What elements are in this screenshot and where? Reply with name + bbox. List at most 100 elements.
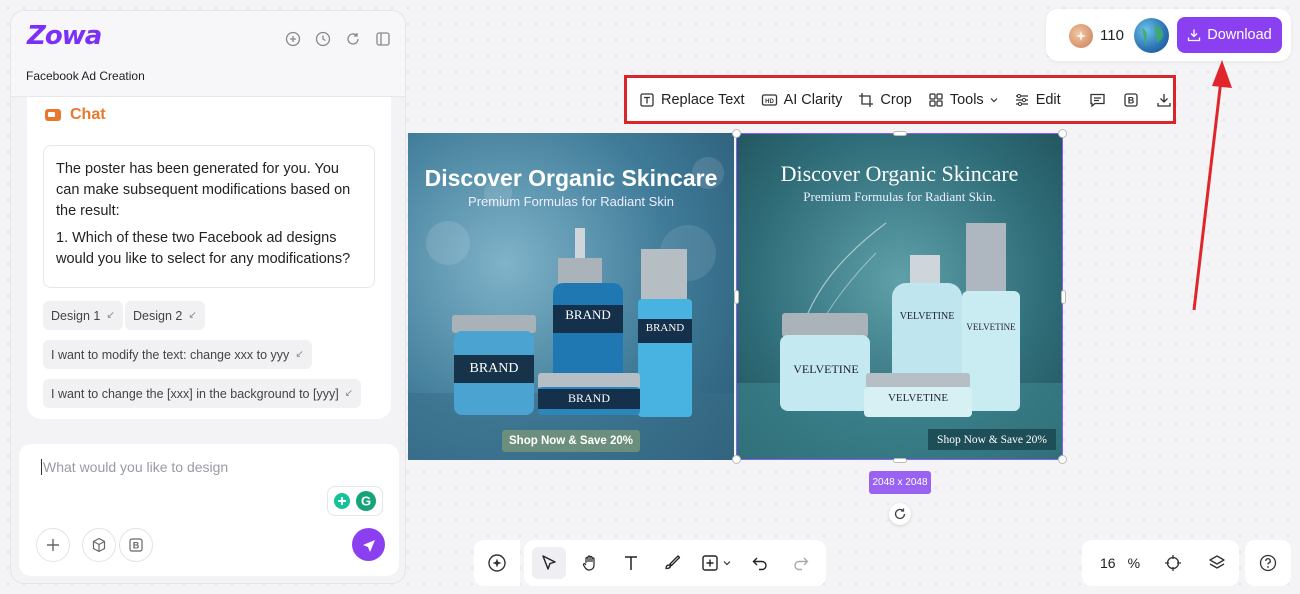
svg-text:B: B (133, 541, 140, 551)
crop-icon (859, 92, 874, 107)
suggestion-design-1[interactable]: Design 1 ↙ (43, 301, 123, 330)
size-label: 2048 x 2048 (869, 471, 931, 494)
resize-handle-top-right[interactable] (1058, 129, 1067, 138)
poster-1-tall-brand: BRAND (645, 322, 685, 334)
chevron-down-icon (990, 97, 998, 102)
svg-text:B: B (1127, 95, 1134, 105)
select-tool[interactable] (532, 547, 566, 579)
fit-view-button[interactable] (1164, 554, 1182, 572)
image-toolbar: Replace Text HD AI Clarity Crop Tools Ed… (624, 75, 1176, 124)
help-button[interactable] (1245, 540, 1291, 586)
suggestion-modify-text[interactable]: I want to modify the text: change xxx to… (43, 340, 312, 369)
resize-handle-right[interactable] (1061, 290, 1066, 304)
add-shape-icon (702, 555, 718, 571)
resize-handle-top[interactable] (893, 131, 907, 136)
layers-icon (1209, 555, 1225, 569)
poster-2-jar-brand: VELVETINE (793, 362, 859, 376)
suggestion-label: I want to modify the text: change xxx to… (51, 347, 290, 362)
ai-clarity-button[interactable]: HD AI Clarity (761, 91, 843, 108)
download-image-button[interactable] (1156, 92, 1172, 108)
design-1-poster[interactable]: Discover Organic Skincare Premium Formul… (408, 133, 734, 460)
tools-label: Tools (949, 91, 984, 108)
suggestion-change-background[interactable]: I want to change the [xxx] in the backgr… (43, 379, 362, 408)
ai-tools-button[interactable] (474, 540, 520, 586)
zoom-unit: % (1127, 555, 1141, 571)
rotate-button[interactable] (889, 503, 911, 525)
message-question: 1. Which of these two Facebook ad design… (56, 230, 351, 267)
resize-handle-bottom[interactable] (893, 458, 907, 463)
poster-2-cta: Shop Now & Save 20% (928, 429, 1056, 450)
edit-label: Edit (1035, 91, 1061, 108)
poster-1-bottle-brand: BRAND (565, 307, 611, 322)
sparkle-plus-icon (488, 554, 506, 572)
canvas-tools (524, 540, 826, 586)
download-icon (1157, 93, 1171, 107)
chat-heading: Chat (44, 106, 106, 124)
edit-button[interactable]: Edit (1014, 92, 1061, 108)
resize-handle-top-left[interactable] (732, 129, 741, 138)
poster-2-bottle-brand: VELVETINE (899, 311, 955, 322)
poster-2-tall-brand: VELVETINE (966, 322, 1016, 332)
design-2-poster[interactable]: Discover Organic Skincare Premium Formul… (736, 133, 1063, 460)
rotate-icon (894, 508, 906, 520)
credits-coin-icon (1069, 24, 1093, 48)
download-button[interactable]: Download (1177, 17, 1282, 53)
cube-icon (92, 537, 106, 553)
brush-tool[interactable] (655, 547, 689, 579)
send-button[interactable] (352, 528, 385, 561)
collapse-panel-icon[interactable] (373, 29, 393, 49)
suggestion-label: Design 1 (51, 308, 101, 323)
grammarly-plus-icon (334, 493, 350, 509)
text-icon (625, 556, 637, 570)
poster-2-subtitle: Premium Formulas for Radiant Skin. (803, 189, 996, 204)
brand-kit-button[interactable]: B (119, 528, 153, 562)
send-icon (362, 539, 375, 552)
account-bar: 110 Download (1046, 9, 1291, 61)
app-logo[interactable]: Zowa (27, 21, 102, 51)
refresh-icon[interactable] (343, 29, 363, 49)
comment-button[interactable] (1089, 92, 1106, 108)
pointer-icon (542, 555, 556, 570)
user-avatar[interactable] (1134, 18, 1169, 53)
poster-1-small-brand: BRAND (567, 391, 610, 405)
prompt-input-box[interactable]: What would you like to design G B (19, 444, 399, 576)
hand-tool[interactable] (573, 547, 607, 579)
grammarly-g-icon: G (356, 491, 376, 511)
panel-header: Zowa Facebook Ad Creation (11, 11, 405, 97)
arrow-icon: ↙ (344, 388, 354, 399)
grammarly-widget[interactable]: G (327, 486, 383, 516)
suggestion-design-2[interactable]: Design 2 ↙ (125, 301, 205, 330)
download-icon (1188, 29, 1201, 42)
replace-text-button[interactable]: Replace Text (639, 92, 745, 108)
project-title: Facebook Ad Creation (26, 69, 145, 83)
brand-button[interactable]: B (1123, 92, 1139, 108)
svg-text:HD: HD (765, 98, 774, 104)
ai-clarity-label: AI Clarity (783, 91, 843, 108)
poster-1-cta: Shop Now & Save 20% (502, 430, 640, 452)
model-button[interactable] (82, 528, 116, 562)
add-attachment-button[interactable] (36, 528, 70, 562)
crop-button[interactable]: Crop (858, 92, 912, 108)
zoom-value[interactable]: 16 (1100, 555, 1116, 571)
undo-button[interactable] (743, 547, 777, 579)
comment-icon (1090, 93, 1105, 107)
layers-button[interactable] (1208, 554, 1226, 572)
redo-button[interactable] (784, 547, 818, 579)
resize-handle-left[interactable] (734, 290, 739, 304)
text-tool[interactable] (614, 547, 648, 579)
resize-handle-bottom-left[interactable] (732, 455, 741, 464)
new-chat-icon[interactable] (283, 29, 303, 49)
shape-tool[interactable] (696, 547, 736, 579)
tools-dropdown[interactable]: Tools (928, 92, 998, 108)
poster-1-jar-brand: BRAND (469, 361, 519, 376)
poster-2-small-brand: VELVETINE (887, 392, 949, 404)
resize-handle-bottom-right[interactable] (1058, 455, 1067, 464)
replace-text-icon (640, 92, 654, 107)
hd-icon: HD (761, 93, 777, 106)
chat-card: Chat The poster has been generated for y… (27, 97, 391, 419)
history-icon[interactable] (313, 29, 333, 49)
prompt-input[interactable]: What would you like to design (41, 459, 228, 475)
brush-icon (665, 555, 681, 570)
brand-icon: B (1124, 92, 1138, 107)
svg-text:G: G (361, 494, 371, 509)
